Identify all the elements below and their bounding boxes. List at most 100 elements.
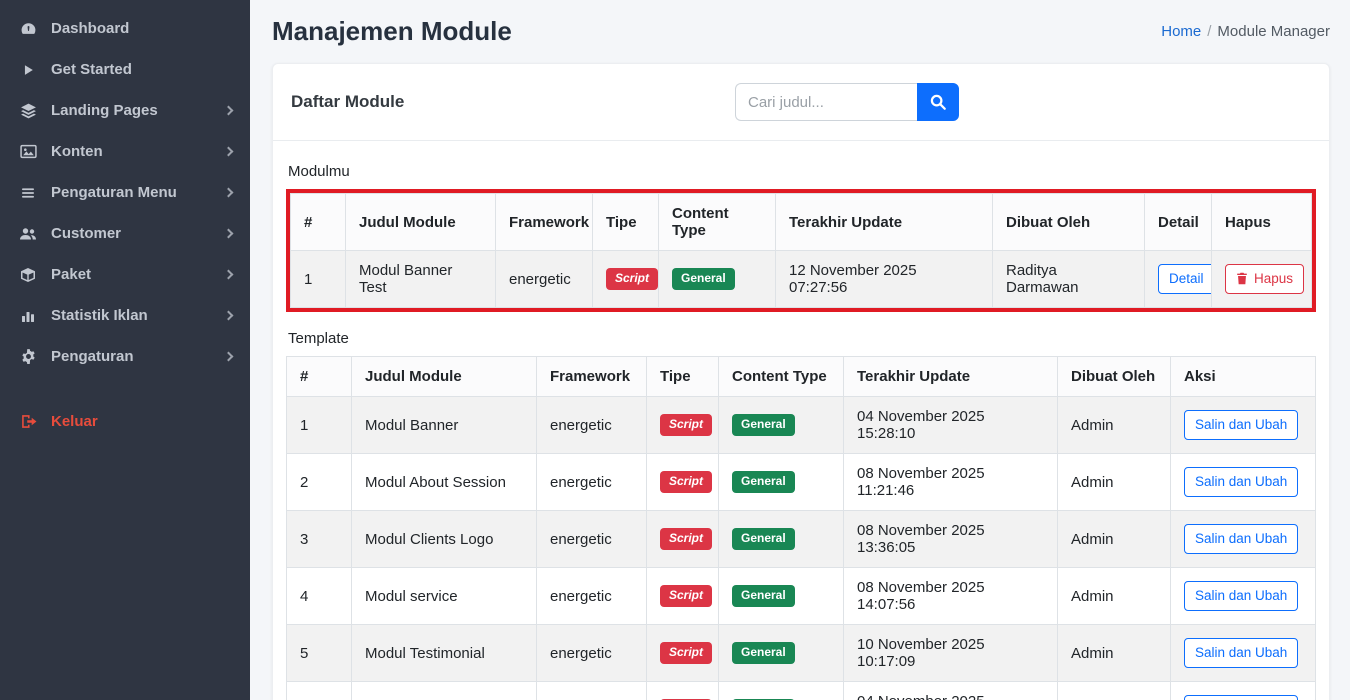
template-header-row: # Judul Module Framework Tipe Content Ty…	[287, 357, 1316, 397]
content-type-badge: General	[732, 471, 795, 493]
template-section-title: Template	[288, 330, 1314, 347]
table-row: 1 Modul Banner Test energetic Script Gen…	[291, 251, 1312, 308]
column-header: #	[291, 194, 346, 251]
cell-content-type: General	[719, 454, 844, 511]
content-type-badge: General	[732, 585, 795, 607]
content-type-badge: General	[672, 268, 735, 290]
sidebar-item-dashboard[interactable]: Dashboard	[0, 8, 250, 49]
salin-dan-ubah-button[interactable]: Salin dan Ubah	[1184, 638, 1298, 668]
sidebar-item-konten[interactable]: Konten	[0, 131, 250, 172]
search-group	[735, 83, 959, 121]
cell-judul: Modul Clients Logo	[352, 511, 537, 568]
sidebar-item-label: Keluar	[51, 413, 98, 430]
cell-aksi: Salin dan Ubah	[1171, 682, 1316, 700]
salin-dan-ubah-button[interactable]: Salin dan Ubah	[1184, 695, 1298, 700]
search-icon	[929, 93, 947, 111]
cell-no: 5	[287, 625, 352, 682]
search-input[interactable]	[735, 83, 917, 121]
card-body: Modulmu # Judul Module Framework Tipe Co…	[273, 141, 1329, 700]
cell-terakhir-update: 04 November 2025 15:26:52	[844, 682, 1058, 700]
salin-dan-ubah-button[interactable]: Salin dan Ubah	[1184, 410, 1298, 440]
users-icon	[18, 226, 38, 242]
tipe-badge: Script	[660, 528, 712, 550]
sidebar-item-paket[interactable]: Paket	[0, 254, 250, 295]
sidebar-item-pengaturan[interactable]: Pengaturan	[0, 336, 250, 377]
chevron-right-icon	[224, 311, 234, 321]
chevron-right-icon	[224, 147, 234, 157]
bar-chart-icon	[18, 308, 38, 324]
sidebar-item-label: Statistik Iklan	[51, 307, 148, 324]
cell-framework: modern	[537, 682, 647, 700]
table-row: 3 Modul Clients Logo energetic Script Ge…	[287, 511, 1316, 568]
cell-no: 1	[287, 397, 352, 454]
cell-detail: Detail	[1145, 251, 1212, 308]
cell-framework: energetic	[537, 568, 647, 625]
tipe-badge: Script	[660, 414, 712, 436]
cell-terakhir-update: 10 November 2025 10:17:09	[844, 625, 1058, 682]
cell-judul: Modul About Session	[352, 454, 537, 511]
cell-content-type: General	[719, 511, 844, 568]
column-header: Framework	[537, 357, 647, 397]
page-title: Manajemen Module	[272, 16, 512, 47]
column-header: Tipe	[593, 194, 659, 251]
breadcrumb-home-link[interactable]: Home	[1161, 23, 1201, 40]
column-header: Terakhir Update	[776, 194, 993, 251]
cell-tipe: Script	[593, 251, 659, 308]
sidebar-item-label: Pengaturan	[51, 348, 134, 365]
search-button[interactable]	[917, 83, 959, 121]
sidebar-item-statistik-iklan[interactable]: Statistik Iklan	[0, 295, 250, 336]
salin-dan-ubah-button[interactable]: Salin dan Ubah	[1184, 524, 1298, 554]
cell-content-type: General	[719, 682, 844, 700]
modulmu-table-highlight: # Judul Module Framework Tipe Content Ty…	[286, 189, 1316, 312]
sidebar-item-label: Get Started	[51, 61, 132, 78]
chevron-right-icon	[224, 106, 234, 116]
column-header: Judul Module	[346, 194, 496, 251]
column-header: Judul Module	[352, 357, 537, 397]
cell-tipe: Script	[647, 397, 719, 454]
salin-dan-ubah-button[interactable]: Salin dan Ubah	[1184, 467, 1298, 497]
content-type-badge: General	[732, 642, 795, 664]
cell-dibuat-oleh: Admin	[1058, 511, 1171, 568]
cell-no: 6	[287, 682, 352, 700]
cell-terakhir-update: 08 November 2025 11:21:46	[844, 454, 1058, 511]
cell-aksi: Salin dan Ubah	[1171, 568, 1316, 625]
card-title: Daftar Module	[291, 92, 404, 112]
breadcrumb: Home/Module Manager	[1161, 23, 1330, 40]
column-header: Detail	[1145, 194, 1212, 251]
column-header: Content Type	[659, 194, 776, 251]
cell-judul: Modul Banner	[352, 682, 537, 700]
hapus-button[interactable]: Hapus	[1225, 264, 1304, 294]
cell-judul: Modul Banner	[352, 397, 537, 454]
tipe-badge: Script	[606, 268, 658, 290]
sidebar-item-label: Konten	[51, 143, 103, 160]
cell-aksi: Salin dan Ubah	[1171, 454, 1316, 511]
table-row: 2 Modul About Session energetic Script G…	[287, 454, 1316, 511]
sidebar-item-label: Customer	[51, 225, 121, 242]
column-header: Dibuat Oleh	[993, 194, 1145, 251]
page-header: Manajemen Module Home/Module Manager	[272, 16, 1330, 47]
sidebar-item-customer[interactable]: Customer	[0, 213, 250, 254]
chevron-right-icon	[224, 270, 234, 280]
cell-dibuat-oleh: Admin	[1058, 625, 1171, 682]
cell-content-type: General	[719, 397, 844, 454]
hapus-button-label: Hapus	[1254, 270, 1293, 288]
cell-dibuat-oleh: Admin	[1058, 568, 1171, 625]
sidebar-item-get-started[interactable]: Get Started	[0, 49, 250, 90]
tipe-badge: Script	[660, 585, 712, 607]
breadcrumb-separator: /	[1207, 23, 1211, 40]
sidebar-item-label: Landing Pages	[51, 102, 158, 119]
cell-aksi: Salin dan Ubah	[1171, 397, 1316, 454]
chevron-right-icon	[224, 229, 234, 239]
tipe-badge: Script	[660, 471, 712, 493]
column-header: Aksi	[1171, 357, 1316, 397]
sidebar-item-keluar[interactable]: Keluar	[0, 401, 250, 442]
sidebar-item-pengaturan-menu[interactable]: Pengaturan Menu	[0, 172, 250, 213]
cell-framework: energetic	[537, 454, 647, 511]
cell-terakhir-update: 08 November 2025 14:07:56	[844, 568, 1058, 625]
cell-terakhir-update: 08 November 2025 13:36:05	[844, 511, 1058, 568]
column-header: Tipe	[647, 357, 719, 397]
detail-button[interactable]: Detail	[1158, 264, 1212, 294]
salin-dan-ubah-button[interactable]: Salin dan Ubah	[1184, 581, 1298, 611]
gear-icon	[18, 348, 38, 365]
sidebar-item-landing-pages[interactable]: Landing Pages	[0, 90, 250, 131]
